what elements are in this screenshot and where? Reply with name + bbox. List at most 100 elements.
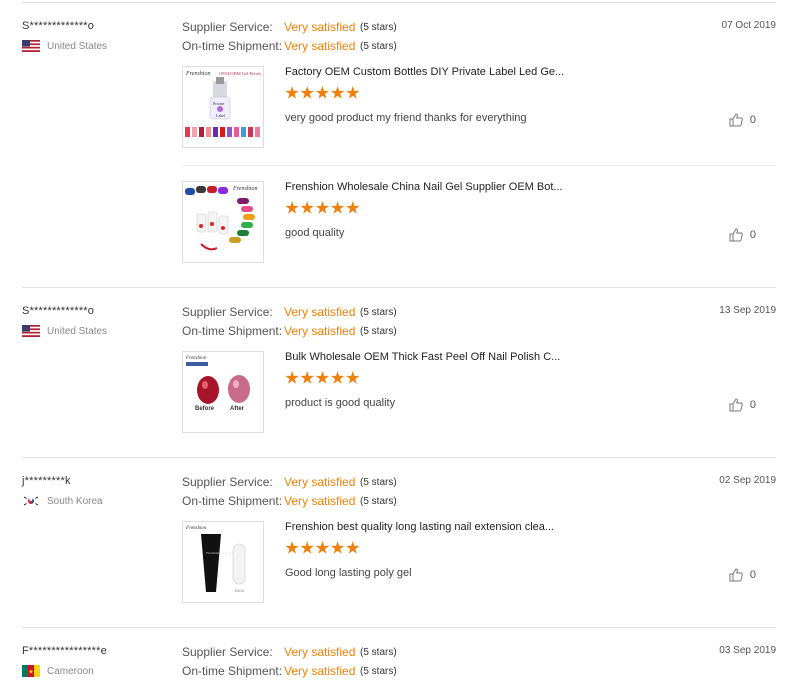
shipment-label: On-time Shipment: (182, 494, 283, 508)
review-comment: very good product my friend thanks for e… (285, 112, 527, 124)
review-date: 07 Oct 2019 (721, 20, 776, 31)
product-rating (285, 201, 361, 215)
product-thumbnail[interactable]: Frenshion (182, 181, 264, 263)
star-icon (300, 371, 314, 384)
review-divider (22, 627, 776, 628)
like-button[interactable]: 0 (729, 228, 756, 242)
supplier-service-stars: (5 stars) (360, 477, 397, 488)
star-icon (346, 201, 360, 214)
star-icon (315, 541, 330, 554)
svg-text:Frenshion: Frenshion (185, 71, 210, 77)
supplier-service-value: Very satisfied (284, 20, 356, 34)
star-icon (315, 86, 330, 99)
star-icon (300, 86, 314, 99)
star-icon (285, 86, 299, 99)
review-date: 03 Sep 2019 (719, 645, 776, 656)
product-title-link[interactable]: Frenshion best quality long lasting nail… (285, 521, 554, 533)
like-count: 0 (749, 114, 756, 126)
us-flag-icon (22, 40, 40, 52)
buyer-country: Cameroon (22, 665, 94, 677)
star-icon (330, 541, 345, 554)
supplier-service-stars: (5 stars) (360, 307, 397, 318)
shipment-stars: (5 stars) (360, 326, 397, 337)
star-icon (315, 371, 330, 384)
supplier-service-label: Supplier Service: (182, 475, 273, 489)
review-divider (22, 287, 776, 288)
svg-text:Private: Private (213, 101, 225, 106)
supplier-service-label: Supplier Service: (182, 645, 273, 659)
svg-text:Before: Before (195, 406, 215, 412)
star-icon (330, 371, 345, 384)
rating-summary: Supplier Service: Very satisfied (5 star… (182, 20, 397, 58)
country-name: Cameroon (47, 665, 94, 677)
product-thumbnail[interactable]: Frenshion Frenshion Poly gel B815 (182, 521, 264, 603)
product-review: Frenshion Frenshion Wholesale China Nail… (182, 181, 776, 281)
star-icon (285, 541, 299, 554)
country-name: United States (47, 325, 108, 337)
svg-text:OEM/ODM Gel Polish: OEM/ODM Gel Polish (219, 71, 262, 76)
review-comment: Good long lasting poly gel (285, 567, 412, 579)
buyer-name: S*************o (22, 20, 95, 32)
star-icon (346, 371, 360, 384)
top-divider (22, 2, 776, 3)
product-rating (285, 371, 361, 385)
star-icon (346, 541, 360, 554)
rating-summary: Supplier Service: Very satisfied (5 star… (182, 645, 397, 683)
product-title-link[interactable]: Bulk Wholesale OEM Thick Fast Peel Off N… (285, 351, 560, 363)
cameroon-flag-icon (22, 665, 40, 677)
south-korea-flag-icon (22, 495, 40, 507)
supplier-service-value: Very satisfied (284, 645, 356, 659)
product-title-link[interactable]: Factory OEM Custom Bottles DIY Private L… (285, 66, 564, 78)
star-icon (330, 201, 345, 214)
shipment-stars: (5 stars) (360, 496, 397, 507)
svg-text:Frenshion: Frenshion (185, 356, 207, 361)
product-rating (285, 541, 361, 555)
product-review: Frenshion Before After Bulk Wholesale OE… (182, 351, 776, 451)
star-icon (285, 201, 299, 214)
like-button[interactable]: 0 (729, 568, 756, 582)
product-divider (182, 165, 776, 166)
country-name: South Korea (47, 495, 103, 507)
shipment-stars: (5 stars) (360, 666, 397, 677)
supplier-service-stars: (5 stars) (360, 647, 397, 658)
svg-text:Frenshion: Frenshion (185, 526, 207, 531)
svg-text:After: After (230, 406, 245, 412)
supplier-service-value: Very satisfied (284, 475, 356, 489)
buyer-country: United States (22, 325, 107, 337)
buyer-country: United States (22, 40, 107, 52)
buyer-name: j*********k (22, 475, 71, 487)
review-card: S*************o United States Supplier S… (22, 20, 776, 288)
thumbs-up-icon (729, 568, 743, 582)
review-divider (22, 457, 776, 458)
like-count: 0 (749, 229, 756, 241)
review-card: F****************e Cameroon Supplier Ser… (22, 645, 776, 682)
shipment-label: On-time Shipment: (182, 39, 283, 53)
review-card: S*************o United States Supplier S… (22, 305, 776, 458)
star-icon (285, 371, 299, 384)
rating-summary: Supplier Service: Very satisfied (5 star… (182, 305, 397, 343)
shipment-value: Very satisfied (284, 664, 356, 678)
like-button[interactable]: 0 (729, 398, 756, 412)
us-flag-icon (22, 325, 40, 337)
like-count: 0 (749, 569, 756, 581)
buyer-name: F****************e (22, 645, 107, 657)
product-review: Frenshion Frenshion Poly gel B815 Frensh… (182, 521, 776, 621)
like-count: 0 (749, 399, 756, 411)
shipment-value: Very satisfied (284, 494, 356, 508)
review-card: j*********k South Korea Supplier Service… (22, 475, 776, 628)
star-icon (330, 86, 345, 99)
product-review: Frenshion OEM/ODM Gel Polish Private Lab… (182, 66, 776, 166)
review-comment: good quality (285, 227, 345, 239)
shipment-label: On-time Shipment: (182, 324, 283, 338)
like-button[interactable]: 0 (729, 113, 756, 127)
thumbs-up-icon (729, 228, 743, 242)
supplier-service-label: Supplier Service: (182, 20, 273, 34)
buyer-country: South Korea (22, 495, 103, 507)
country-name: United States (47, 40, 108, 52)
product-title-link[interactable]: Frenshion Wholesale China Nail Gel Suppl… (285, 181, 563, 193)
supplier-service-stars: (5 stars) (360, 22, 397, 33)
product-thumbnail[interactable]: Frenshion OEM/ODM Gel Polish Private Lab… (182, 66, 264, 148)
thumbs-up-icon (729, 398, 743, 412)
product-thumbnail[interactable]: Frenshion Before After (182, 351, 264, 433)
svg-text:Label: Label (216, 113, 226, 118)
